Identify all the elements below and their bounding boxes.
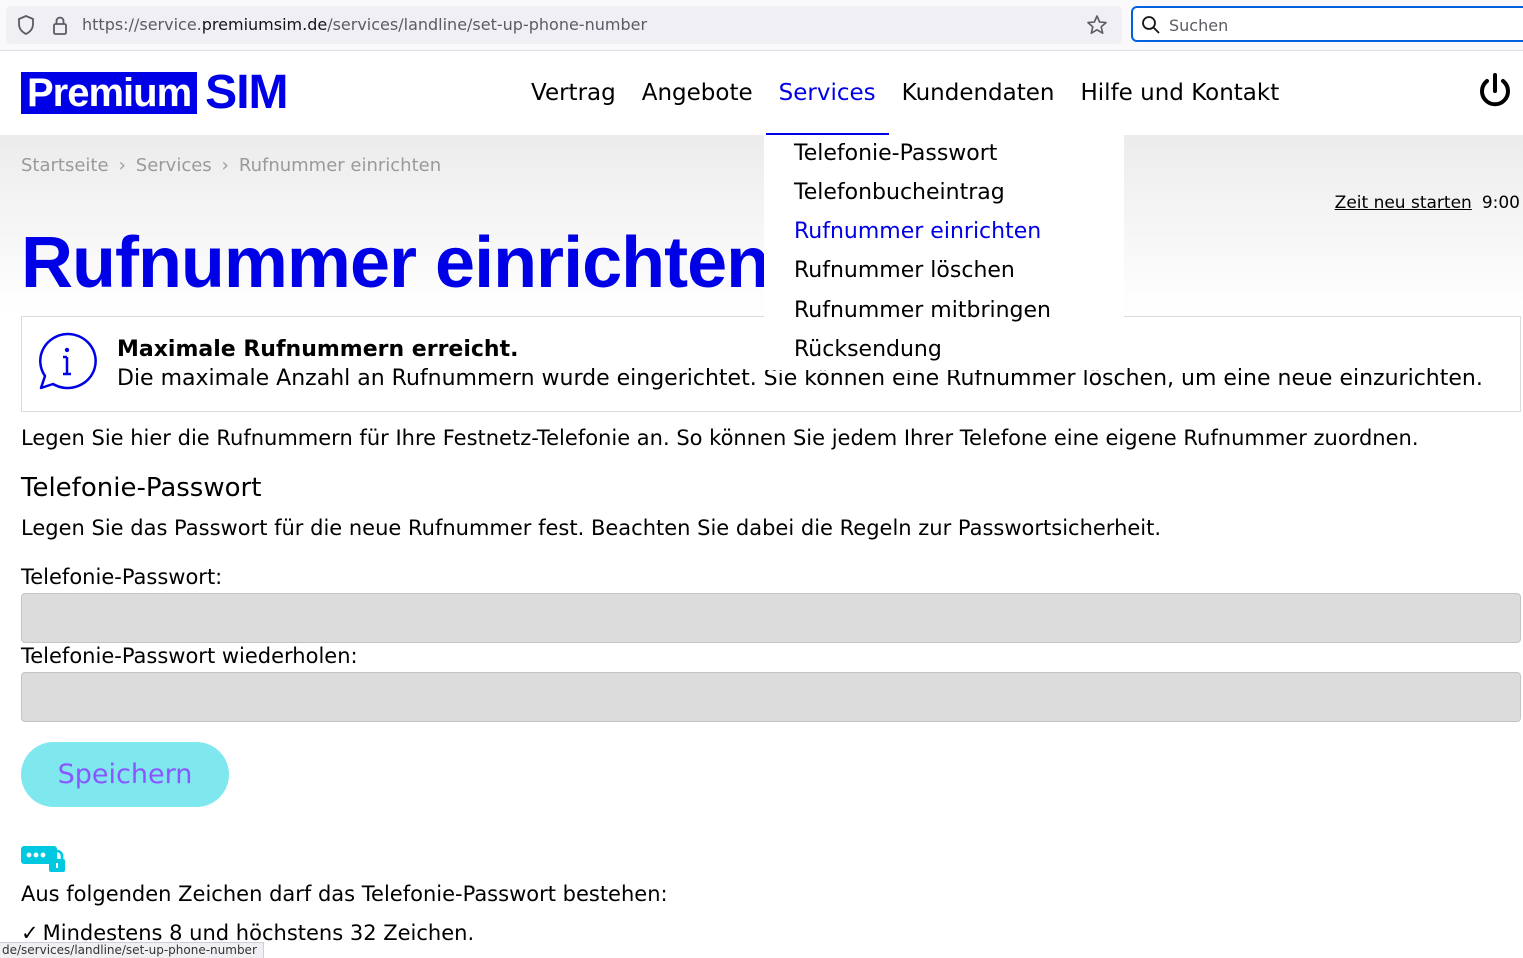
rules-heading: Aus folgenden Zeichen darf das Telefonie…	[21, 882, 668, 906]
dropdown-item-rufnummer-mitbringen[interactable]: Rufnummer mitbringen	[794, 298, 1051, 323]
breadcrumb-services[interactable]: Services	[136, 155, 212, 176]
browser-search-box[interactable]: Suchen	[1131, 6, 1523, 42]
dropdown-item-rufnummer-einrichten[interactable]: Rufnummer einrichten	[794, 219, 1041, 244]
password-label: Telefonie-Passwort:	[21, 565, 223, 589]
status-bar-url: de/services/landline/set-up-phone-number	[0, 942, 264, 958]
password-input[interactable]	[21, 593, 1521, 643]
info-speech-bubble-icon	[39, 332, 97, 390]
restart-timer-link[interactable]: Zeit neu starten	[1335, 193, 1472, 213]
dropdown-item-telefonbucheintrag[interactable]: Telefonbucheintrag	[794, 180, 1005, 205]
timer-value: 9:00	[1481, 193, 1520, 213]
chevron-right-icon: ›	[221, 155, 229, 176]
password-lock-icon	[21, 846, 65, 872]
page-title: Rufnummer einrichten	[21, 223, 770, 303]
browser-toolbar: https://service.premiumsim.de/services/l…	[0, 0, 1523, 51]
lock-icon[interactable]	[50, 14, 70, 36]
section-text: Legen Sie das Passwort für die neue Rufn…	[21, 516, 1162, 540]
main-nav: Vertrag Angebote Services Kundendaten Hi…	[518, 51, 1292, 135]
search-placeholder: Suchen	[1169, 16, 1229, 35]
nav-vertrag[interactable]: Vertrag	[518, 51, 629, 135]
info-title: Maximale Rufnummern erreicht.	[117, 337, 519, 362]
nav-angebote[interactable]: Angebote	[629, 51, 766, 135]
premiumsim-logo[interactable]: Premium SIM	[21, 66, 289, 119]
dropdown-item-telefonie-passwort[interactable]: Telefonie-Passwort	[794, 141, 997, 166]
services-dropdown: Telefonie-Passwort Telefonbucheintrag Ru…	[764, 135, 1124, 370]
password-repeat-label: Telefonie-Passwort wiederholen:	[21, 644, 358, 668]
url-text[interactable]: https://service.premiumsim.de/services/l…	[82, 15, 647, 34]
search-icon	[1142, 16, 1160, 34]
dropdown-item-ruecksendung[interactable]: Rücksendung	[794, 337, 942, 362]
password-repeat-input[interactable]	[21, 672, 1521, 722]
nav-services[interactable]: Services	[765, 51, 889, 135]
chevron-right-icon: ›	[118, 155, 126, 176]
breadcrumb-current: Rufnummer einrichten	[238, 155, 442, 176]
logo-sim-text: SIM	[205, 66, 288, 119]
section-heading: Telefonie-Passwort	[21, 473, 262, 503]
session-timer: Zeit neu starten 9:00	[1335, 193, 1520, 213]
shield-icon[interactable]	[16, 14, 36, 36]
logo-premium-text: Premium	[21, 72, 198, 114]
save-button[interactable]: Speichern	[21, 742, 229, 807]
dropdown-item-rufnummer-loeschen[interactable]: Rufnummer löschen	[794, 258, 1015, 283]
nav-kundendaten[interactable]: Kundendaten	[889, 51, 1068, 135]
nav-hilfe-kontakt[interactable]: Hilfe und Kontakt	[1068, 51, 1293, 135]
breadcrumb: Startseite › Services › Rufnummer einrichten	[21, 155, 441, 176]
site-header: Premium SIM Vertrag Angebote Services Ku…	[0, 51, 1523, 135]
breadcrumb-startseite[interactable]: Startseite	[21, 155, 109, 176]
logout-power-icon[interactable]	[1477, 71, 1513, 111]
bookmark-star-icon[interactable]	[1086, 14, 1108, 36]
address-bar[interactable]: https://service.premiumsim.de/services/l…	[6, 6, 1122, 44]
intro-text: Legen Sie hier die Rufnummern für Ihre F…	[21, 426, 1419, 450]
